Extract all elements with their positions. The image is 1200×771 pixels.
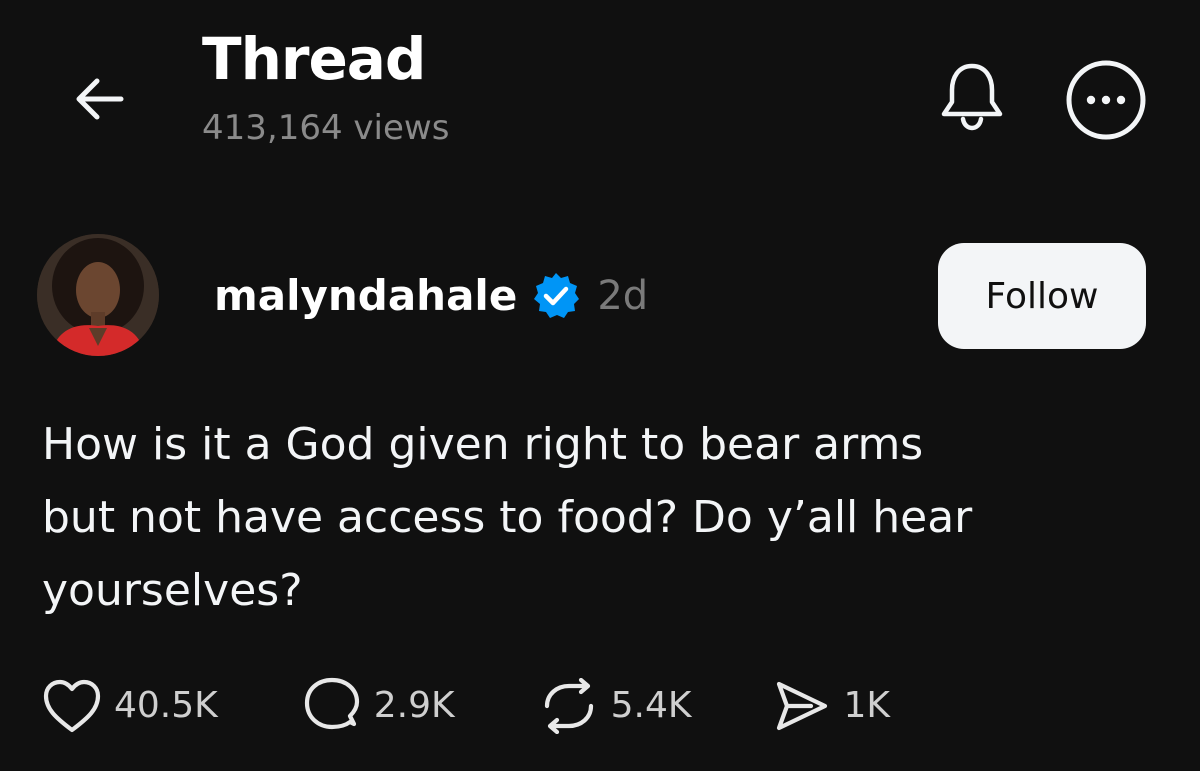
more-options-icon	[1066, 60, 1146, 140]
repost-icon	[544, 678, 593, 734]
send-icon	[777, 681, 828, 731]
share-count: 1K	[843, 685, 890, 726]
profile-photo	[37, 234, 159, 356]
back-arrow-icon	[76, 78, 124, 120]
post-text: How is it a God given right to bear arms…	[42, 419, 973, 616]
like-count: 40.5K	[114, 685, 218, 726]
reply-count: 2.9K	[373, 685, 455, 726]
page-title: Thread	[202, 25, 426, 93]
thread-page: Thread 413,164 views malyndahale 2d Foll…	[0, 0, 1200, 771]
verified-badge-icon	[531, 271, 581, 321]
follow-button[interactable]: Follow	[938, 243, 1146, 349]
back-button[interactable]	[66, 66, 132, 132]
avatar[interactable]	[37, 234, 159, 356]
like-button[interactable]: 40.5K	[42, 678, 218, 734]
post-timestamp: 2d	[597, 273, 649, 319]
repost-count: 5.4K	[610, 685, 692, 726]
heart-icon	[43, 679, 101, 733]
more-options-button[interactable]	[1064, 58, 1148, 142]
notifications-button[interactable]	[932, 56, 1012, 136]
share-button[interactable]: 1K	[771, 678, 890, 734]
author-line: malyndahale 2d	[214, 266, 648, 326]
view-count: 413,164 views	[202, 108, 450, 148]
action-bar: 40.5K 2.9K 5.4K 1K	[42, 676, 890, 736]
reply-button[interactable]: 2.9K	[302, 676, 455, 736]
username[interactable]: malyndahale	[214, 275, 517, 317]
bell-icon	[941, 63, 1003, 131]
comment-icon	[304, 677, 359, 730]
repost-button[interactable]: 5.4K	[539, 678, 692, 734]
